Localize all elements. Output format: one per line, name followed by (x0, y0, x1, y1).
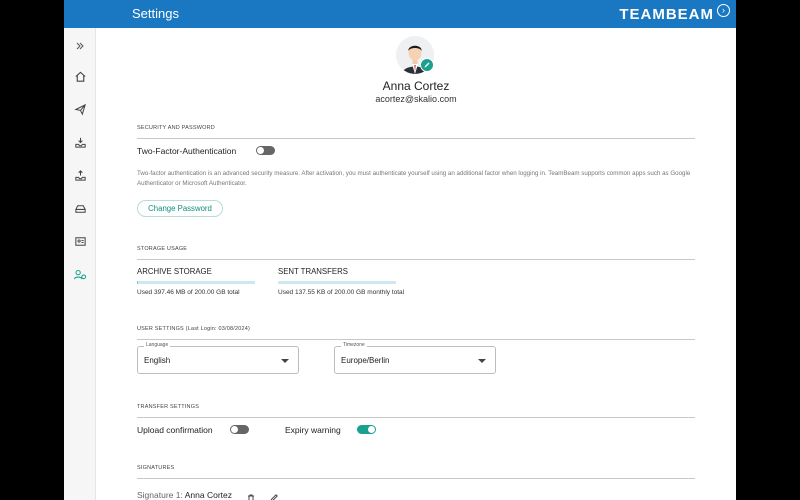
archive-storage-bar (137, 281, 255, 284)
edit-avatar-button[interactable] (420, 58, 434, 72)
user-settings-icon[interactable] (71, 265, 89, 283)
timezone-select[interactable]: Timezone Europe/Berlin (334, 342, 496, 374)
pencil-icon (424, 62, 430, 68)
section-label-signatures: SIGNATURES (137, 465, 175, 471)
section-label-security: SECURITY AND PASSWORD (137, 125, 215, 131)
sidebar (64, 28, 96, 500)
inbox-download-icon[interactable] (71, 133, 89, 151)
toggle-knob (231, 426, 238, 433)
archive-storage-title: ARCHIVE STORAGE (137, 267, 212, 276)
expand-icon[interactable] (71, 37, 89, 55)
caret-down-icon (478, 359, 486, 363)
inbox-upload-icon[interactable] (71, 166, 89, 184)
upload-confirmation-label: Upload confirmation (137, 425, 213, 435)
toggle-knob (368, 426, 375, 433)
divider (137, 417, 695, 418)
divider (137, 259, 695, 260)
sent-transfers-title: SENT TRANSFERS (278, 267, 348, 276)
signature-name: Anna Cortez (184, 490, 232, 500)
timezone-value: Europe/Berlin (341, 356, 390, 365)
home-icon[interactable] (71, 67, 89, 85)
trash-icon[interactable] (246, 490, 256, 500)
divider (137, 478, 695, 479)
sent-transfers-usage: Used 137.55 KB of 200.00 GB monthly tota… (278, 289, 405, 296)
caret-down-icon (281, 359, 289, 363)
profile-email: acortez@skalio.com (375, 94, 457, 104)
language-value: English (144, 356, 171, 365)
section-label-transfer-settings: TRANSFER SETTINGS (137, 404, 200, 410)
section-label-user-settings: USER SETTINGS (Last Login: 03/08/2024) (137, 326, 251, 332)
page-title: Settings (132, 6, 179, 21)
tfa-description: Two-factor authentication is an advanced… (137, 170, 691, 187)
header-bar: Settings TEAMBEAM › (64, 0, 736, 28)
drive-icon[interactable] (71, 199, 89, 217)
signature-label: Signature 1: (137, 490, 183, 500)
signature-row: Signature 1: Anna Cortez (137, 490, 232, 500)
profile-name: Anna Cortez (382, 79, 450, 93)
expiry-warning-toggle[interactable] (357, 425, 376, 434)
section-label-storage: STORAGE USAGE (137, 246, 188, 252)
brand-logo: TEAMBEAM (619, 6, 714, 23)
tfa-label: Two-Factor-Authentication (137, 146, 237, 156)
language-legend: Language (144, 342, 171, 348)
divider (137, 138, 695, 139)
change-password-button[interactable]: Change Password (137, 200, 223, 217)
sent-transfers-bar (278, 281, 396, 284)
language-select[interactable]: Language English (137, 342, 299, 374)
send-icon[interactable] (71, 100, 89, 118)
upload-confirmation-toggle[interactable] (230, 425, 249, 434)
toggle-knob (257, 147, 264, 154)
settings-content: Anna Cortez acortez@skalio.com SECURITY … (96, 28, 736, 500)
contacts-card-icon[interactable] (71, 232, 89, 250)
pencil-icon[interactable] (269, 490, 279, 500)
timezone-legend: Timezone (341, 342, 367, 348)
chevron-right-circle-icon[interactable]: › (717, 4, 730, 17)
app-window: Settings TEAMBEAM › Anna Cortez acortez@… (64, 0, 736, 500)
divider (137, 339, 695, 340)
tfa-toggle[interactable] (256, 146, 275, 155)
expiry-warning-label: Expiry warning (285, 425, 341, 435)
archive-storage-usage: Used 397.46 MB of 200.00 GB total (137, 289, 240, 296)
